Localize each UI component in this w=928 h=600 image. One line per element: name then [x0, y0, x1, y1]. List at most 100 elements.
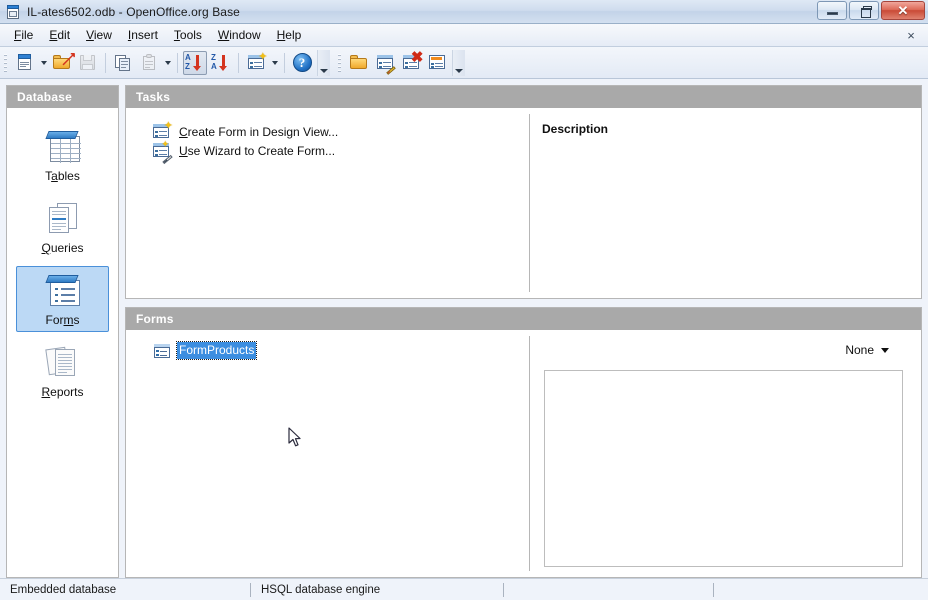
sort-descending-button[interactable]: Z A	[209, 51, 233, 75]
delete-form-button[interactable]: ✖	[399, 50, 424, 75]
paste-button[interactable]	[137, 51, 161, 75]
open-folder-icon: ⟶	[52, 47, 80, 73]
reports-icon	[41, 344, 85, 382]
form-item-label[interactable]: FormProducts	[175, 341, 258, 360]
toolbar-group-standard: ⟶ A Z Z A ✦ ?	[0, 47, 330, 78]
paste-dropdown[interactable]	[162, 51, 173, 75]
status-cell-3	[503, 582, 713, 597]
sort-az-icon: A Z	[185, 52, 205, 72]
restore-icon	[859, 6, 872, 18]
form-new-dropdown[interactable]	[269, 51, 280, 75]
restore-button[interactable]	[849, 1, 879, 20]
help-circle-icon: ?	[292, 53, 312, 72]
status-database-engine: HSQL database engine	[250, 582, 503, 597]
save-floppy-icon	[78, 53, 98, 73]
paste-clipboard-icon	[139, 53, 159, 73]
menu-help[interactable]: Help	[269, 26, 310, 44]
sort-az-bottom-letter: Z	[185, 61, 190, 71]
menu-view[interactable]: View	[78, 26, 120, 44]
main-area: Database Tables Queries Forms Reports Ta…	[0, 79, 928, 578]
sort-ascending-button[interactable]: A Z	[183, 50, 207, 75]
help-button[interactable]: ?	[290, 51, 314, 75]
task-use-wizard-create-form[interactable]: ✦ Use Wizard to Create Form...	[152, 139, 529, 165]
menu-edit[interactable]: Edit	[41, 26, 78, 44]
status-database-type: Embedded database	[10, 583, 117, 596]
sidebar-item-label: Tables	[45, 169, 80, 183]
tasks-body: ✦ Create Form in Design View... ✦ Use Wi…	[126, 108, 921, 298]
preview-mode-dropdown[interactable]: None	[544, 340, 911, 360]
sidebar-item-reports[interactable]: Reports	[16, 338, 109, 404]
copy-button[interactable]	[111, 51, 135, 75]
minimize-icon	[826, 12, 838, 15]
sidebar-header: Database	[7, 86, 118, 108]
sort-za-top-letter: Z	[211, 52, 216, 62]
sidebar-items: Tables Queries Forms Reports	[7, 108, 118, 577]
close-button[interactable]: ✕	[881, 1, 925, 20]
sidebar-item-forms[interactable]: Forms	[16, 266, 109, 332]
forms-header: Forms	[126, 308, 921, 330]
tables-icon	[41, 128, 85, 166]
status-bar: Embedded database HSQL database engine	[0, 578, 928, 600]
toolbar-group-database: ✖	[334, 47, 465, 78]
queries-icon	[41, 200, 85, 238]
new-document-button[interactable]	[13, 51, 37, 75]
sidebar-item-label: Reports	[41, 385, 84, 399]
new-document-dropdown[interactable]	[38, 51, 49, 75]
form-design-view-icon: ✦	[152, 121, 173, 140]
status-cell-4	[713, 582, 928, 597]
menu-bar: File Edit View Insert Tools Window Help …	[0, 24, 928, 47]
toolbar-overflow-button-2[interactable]	[452, 49, 465, 76]
base-document-icon	[5, 4, 21, 20]
menu-tools[interactable]: Tools	[166, 26, 210, 44]
sort-za-bottom-letter: A	[211, 61, 217, 71]
list-item[interactable]: FormProducts	[154, 341, 258, 360]
preview-box	[544, 370, 903, 567]
new-document-icon	[15, 53, 35, 73]
sort-za-icon: Z A	[211, 52, 231, 72]
toolbar-separator	[284, 52, 285, 73]
window-controls: ✕	[817, 1, 925, 20]
copy-icon	[113, 53, 133, 73]
save-button[interactable]	[76, 51, 100, 75]
form-item-icon	[154, 343, 170, 358]
sidebar-item-queries[interactable]: Queries	[16, 194, 109, 260]
open-button[interactable]: ⟶	[50, 47, 80, 75]
menu-window[interactable]: Window	[210, 26, 269, 44]
toolbar-separator	[238, 52, 239, 73]
form-wizard-icon: ✦	[152, 139, 173, 165]
sidebar-item-label: Queries	[41, 241, 84, 255]
form-new-icon: ✦	[247, 52, 268, 71]
open-database-object-button[interactable]	[347, 51, 371, 75]
chevron-down-icon	[881, 347, 889, 353]
database-sidebar: Database Tables Queries Forms Reports	[6, 85, 119, 578]
document-close-button[interactable]: ×	[902, 27, 920, 43]
forms-preview-pane: None	[530, 330, 921, 577]
form-new-button[interactable]: ✦	[244, 51, 268, 75]
form-delete-icon: ✖	[402, 50, 424, 71]
sort-az-top-letter: A	[185, 52, 191, 62]
menu-file[interactable]: File	[6, 26, 41, 44]
toolbar-overflow-button[interactable]	[317, 49, 330, 76]
rename-form-button[interactable]	[425, 51, 449, 75]
tasks-list: ✦ Create Form in Design View... ✦ Use Wi…	[126, 108, 529, 298]
menu-insert[interactable]: Insert	[120, 26, 166, 44]
toolbar-grip[interactable]	[3, 51, 10, 74]
task-label: Create Form in Design View...	[179, 124, 339, 139]
forms-icon	[41, 272, 85, 310]
preview-mode-label: None	[845, 343, 874, 357]
sidebar-item-tables[interactable]: Tables	[16, 122, 109, 188]
form-rename-icon	[428, 54, 447, 71]
title-bar: IL-ates6502.odb - OpenOffice.org Base ✕	[0, 0, 928, 24]
edit-form-button[interactable]	[373, 51, 397, 75]
window-title: IL-ates6502.odb - OpenOffice.org Base	[27, 4, 240, 19]
toolbar-grip-2[interactable]	[337, 51, 344, 74]
main-toolbar: ⟶ A Z Z A ✦ ? ✖	[0, 47, 928, 79]
forms-list[interactable]: FormProducts	[126, 330, 529, 577]
task-create-form-design-view[interactable]: ✦ Create Form in Design View...	[152, 121, 529, 141]
open-folder-icon	[349, 53, 369, 73]
toolbar-separator	[105, 52, 106, 73]
minimize-button[interactable]	[817, 1, 847, 20]
task-label: Use Wizard to Create Form...	[179, 143, 336, 158]
tasks-header: Tasks	[126, 86, 921, 108]
content-column: Tasks ✦ Create Form in Design View... ✦ …	[125, 85, 922, 578]
